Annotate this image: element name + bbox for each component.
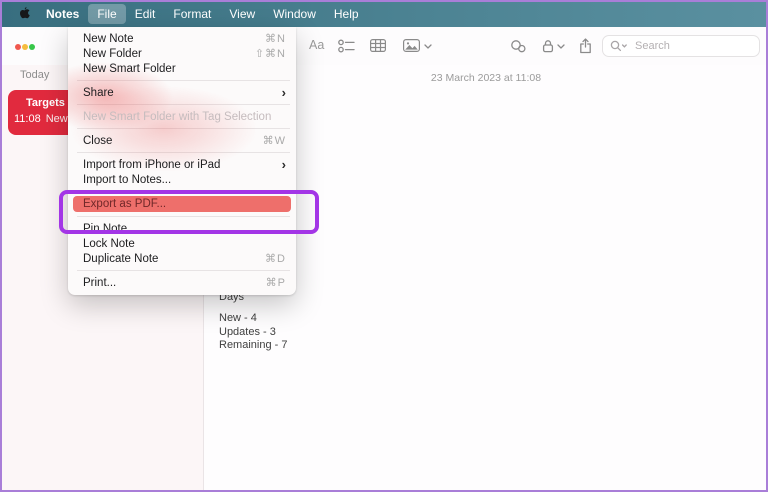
menu-item-new-smart-folder-with-tag-selection: New Smart Folder with Tag Selection — [68, 109, 296, 124]
menubar-item-file[interactable]: File — [88, 3, 126, 24]
section-header: Today — [20, 69, 50, 81]
menu-bar: Notes File Edit Format View Window Help — [0, 0, 768, 27]
menubar-app-name[interactable]: Notes — [37, 4, 88, 24]
note-body-line: Updates - 3 — [219, 325, 276, 338]
menu-item-close[interactable]: Close ⌘W — [68, 133, 296, 148]
apple-icon[interactable] — [18, 6, 31, 21]
menu-separator — [77, 80, 290, 81]
menu-item-label: Close — [83, 134, 113, 147]
chevron-down-icon[interactable] — [424, 44, 432, 49]
note-body-line: Remaining - 7 — [219, 339, 288, 351]
format-text-button[interactable]: Aa — [309, 38, 324, 52]
close-window-button[interactable] — [15, 44, 21, 50]
note-body-line: New - 4 — [219, 312, 257, 324]
menu-shortcut: ⌘N — [265, 33, 286, 45]
screenshot: Notes File Edit Format View Window Help … — [0, 0, 768, 492]
menu-item-label: Lock Note — [83, 237, 135, 250]
menu-item-export-as-pdf[interactable]: Export as PDF... — [73, 196, 291, 212]
search-input[interactable] — [602, 35, 760, 57]
menu-shortcut: ⌘D — [265, 253, 286, 265]
menu-item-label: Import to Notes... — [83, 173, 172, 186]
menu-item-import-from-iphone-or-ipad[interactable]: Import from iPhone or iPad › — [68, 157, 296, 172]
menu-separator — [77, 216, 290, 217]
menu-shortcut: ⌘W — [262, 135, 286, 147]
submenu-arrow-icon: › — [281, 85, 286, 100]
menu-item-new-smart-folder[interactable]: New Smart Folder — [68, 61, 296, 76]
menu-item-label: New Folder — [83, 47, 142, 60]
table-icon[interactable] — [370, 39, 386, 52]
zoom-window-button[interactable] — [29, 44, 35, 50]
note-card-time: 11:08 — [14, 113, 41, 125]
menubar-item-window[interactable]: Window — [264, 4, 325, 24]
search-field[interactable] — [602, 35, 760, 57]
menu-item-new-note[interactable]: New Note ⌘N — [68, 31, 296, 46]
menubar-item-format[interactable]: Format — [164, 4, 220, 24]
menubar-item-help[interactable]: Help — [325, 4, 368, 24]
lock-icon[interactable] — [542, 39, 554, 53]
menubar-item-edit[interactable]: Edit — [126, 4, 165, 24]
checklist-icon[interactable] — [338, 39, 355, 53]
menu-item-label: Pin Note — [83, 222, 128, 235]
menu-separator — [77, 152, 290, 153]
menu-item-lock-note[interactable]: Lock Note — [68, 236, 296, 251]
menu-item-label: Share — [83, 86, 114, 99]
note-card-preview: New — [45, 113, 68, 125]
share-icon[interactable] — [579, 38, 592, 54]
menu-item-import-to-notes[interactable]: Import to Notes... — [68, 172, 296, 187]
menu-separator — [77, 128, 290, 129]
menu-separator — [77, 104, 290, 105]
menu-shortcut: ⌘P — [265, 277, 286, 289]
menu-item-label: Print... — [83, 276, 117, 289]
menu-item-label: New Smart Folder with Tag Selection — [83, 110, 272, 123]
menu-item-duplicate-note[interactable]: Duplicate Note ⌘D — [68, 251, 296, 266]
menu-item-label: Duplicate Note — [83, 252, 159, 265]
menu-item-share[interactable]: Share › — [68, 85, 296, 100]
menu-item-new-folder[interactable]: New Folder ⇧⌘N — [68, 46, 296, 61]
menu-shortcut: ⇧⌘N — [254, 48, 286, 60]
menu-item-print[interactable]: Print... ⌘P — [68, 275, 296, 290]
submenu-arrow-icon: › — [281, 157, 286, 172]
menu-separator — [77, 270, 290, 271]
menu-item-label: New Smart Folder — [83, 62, 176, 75]
file-menu: New Note ⌘N New Folder ⇧⌘N New Smart Folder S… — [68, 27, 296, 295]
menu-item-pin-note[interactable]: Pin Note — [68, 221, 296, 236]
collaborate-icon[interactable] — [510, 39, 527, 53]
note-body-lines: New - 4 Updates - 3 Remaining - 7 — [219, 312, 287, 353]
minimize-window-button[interactable] — [22, 44, 28, 50]
menubar-item-view[interactable]: View — [220, 4, 264, 24]
menu-separator — [77, 191, 290, 192]
menu-item-label: Export as PDF... — [83, 198, 167, 210]
menu-item-label: Import from iPhone or iPad — [83, 158, 221, 171]
menu-item-label: New Note — [83, 32, 134, 45]
chevron-down-icon[interactable] — [557, 44, 565, 49]
media-icon[interactable] — [403, 39, 420, 52]
